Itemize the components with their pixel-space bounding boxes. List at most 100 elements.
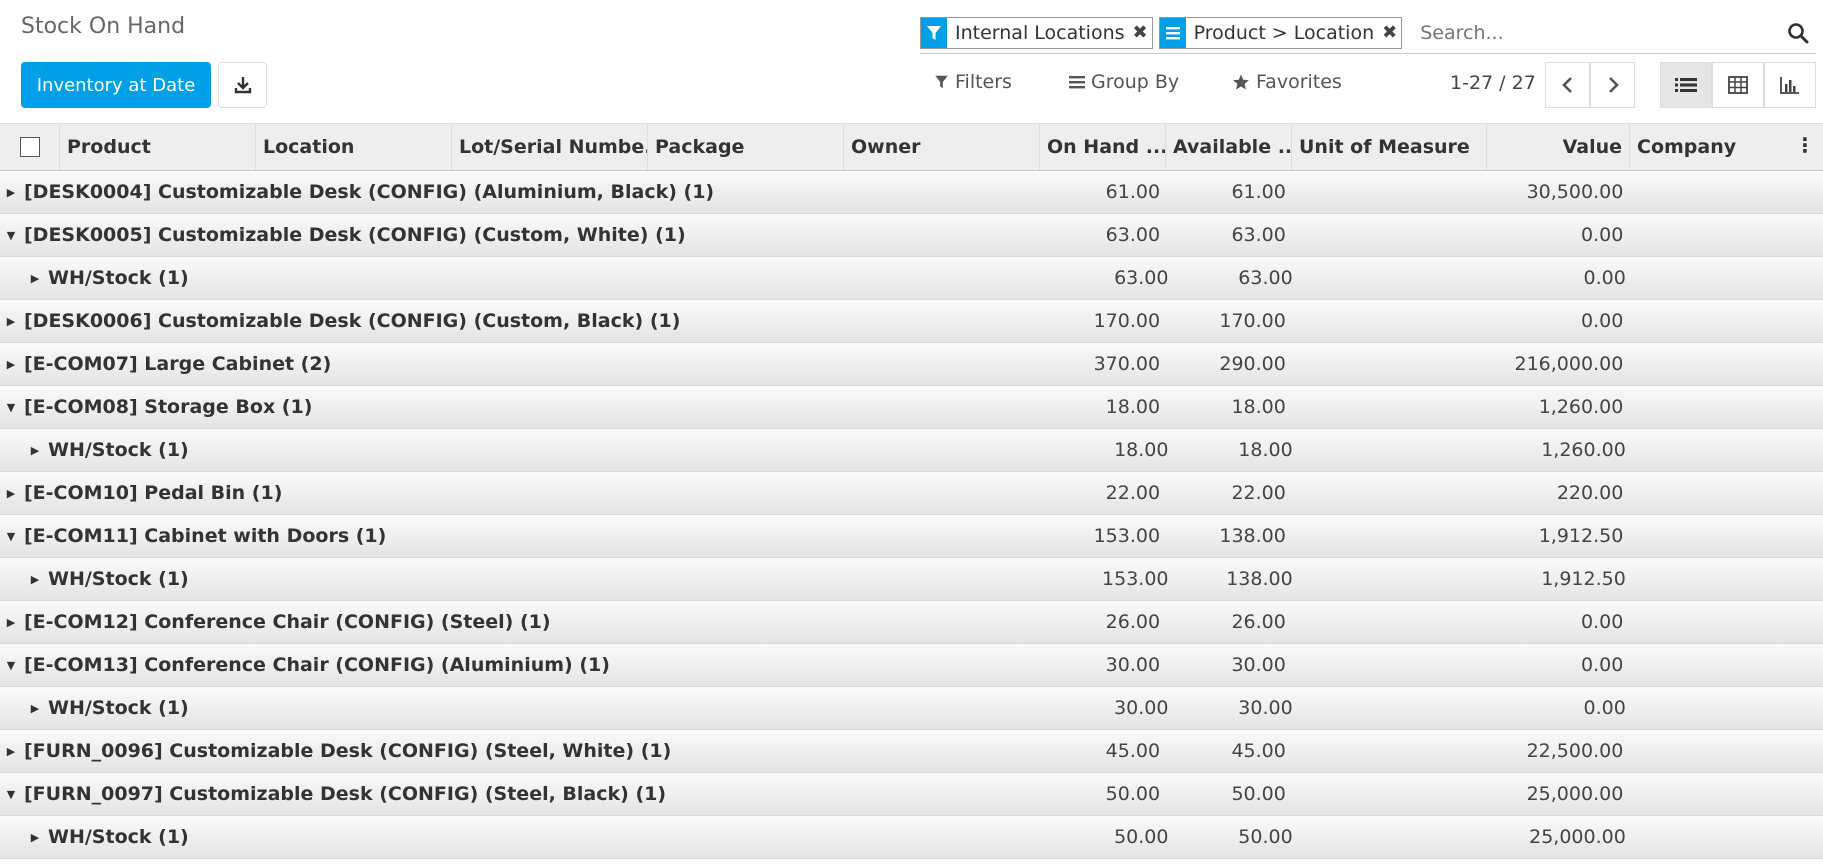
unit-of-measure-cell [1293, 214, 1488, 256]
on-hand-cell: 30.00 [1114, 697, 1169, 719]
column-header-on-hand[interactable]: On Hand ... [1040, 124, 1166, 170]
unit-of-measure-cell [1300, 687, 1492, 729]
group-row-product[interactable]: ▼ [E-COM13] Conference Chair (CONFIG) (Al… [0, 644, 1823, 687]
available-cell: 61.00 [1231, 181, 1286, 203]
group-label: ▶ WH/Stock (1) [0, 429, 1051, 471]
available-cell: 63.00 [1231, 224, 1286, 246]
group-row-product[interactable]: ▶ [E-COM12] Conference Chair (CONFIG) (St… [0, 601, 1823, 644]
favorites-button[interactable]: Favorites [1232, 71, 1342, 93]
company-cell [1630, 472, 1823, 514]
caret-right-icon[interactable]: ▶ [3, 186, 19, 199]
value-cell: 1,912.50 [1538, 525, 1624, 547]
remove-facet-icon[interactable]: ✖ [1129, 18, 1152, 48]
caret-down-icon[interactable]: ▼ [3, 530, 19, 543]
group-row-product[interactable]: ▶ [E-COM10] Pedal Bin (1) 22.00 22.00 220.00 [0, 472, 1823, 515]
pivot-view-button[interactable] [1712, 62, 1764, 108]
group-row-location[interactable]: ▶ WH/Stock (1) 50.00 50.00 25,000.00 [0, 816, 1823, 859]
caret-down-icon[interactable]: ▼ [3, 788, 19, 801]
unit-of-measure-cell [1300, 257, 1492, 299]
caret-right-icon[interactable]: ▶ [27, 831, 43, 844]
caret-right-icon[interactable]: ▶ [3, 616, 19, 629]
list-view-button[interactable] [1660, 62, 1712, 108]
filter-icon [921, 17, 947, 48]
pager-value[interactable]: 1-27 / 27 [1450, 72, 1536, 94]
caret-right-icon[interactable]: ▶ [27, 702, 43, 715]
group-row-location[interactable]: ▶ WH/Stock (1) 18.00 18.00 1,260.00 [0, 429, 1823, 472]
group-row-product[interactable]: ▼ [E-COM11] Cabinet with Doors (1) 153.00 1… [0, 515, 1823, 558]
filter-icon [935, 75, 948, 89]
column-header-owner[interactable]: Owner [844, 124, 1040, 170]
on-hand-cell: 63.00 [1114, 267, 1169, 289]
group-name: WH/Stock (1) [48, 267, 189, 289]
on-hand-cell: 50.00 [1105, 783, 1161, 805]
group-row-product[interactable]: ▶ [E-COM07] Large Cabinet (2) 370.00 290.00… [0, 343, 1823, 386]
group-row-product[interactable]: ▶ [FURN_0096] Customizable Desk (CONFIG) … [0, 730, 1823, 773]
group-row-location[interactable]: ▶ WH/Stock (1) 63.00 63.00 0.00 [0, 257, 1823, 300]
inventory-at-date-button[interactable]: Inventory at Date [21, 62, 211, 108]
unit-of-measure-cell [1293, 515, 1488, 557]
group-row-product[interactable]: ▼ [DESK0005] Customizable Desk (CONFIG) (… [0, 214, 1823, 257]
available-cell: 22.00 [1231, 482, 1286, 504]
group-row-location[interactable]: ▶ WH/Stock (1) 153.00 138.00 1,912.50 [0, 558, 1823, 601]
unit-of-measure-cell [1293, 644, 1488, 686]
group-name: [E-COM12] Conference Chair (CONFIG) (Ste… [24, 611, 551, 633]
group-label: ▶ [E-COM10] Pedal Bin (1) [0, 472, 1041, 514]
column-header-product[interactable]: Product [60, 124, 256, 170]
caret-right-icon[interactable]: ▶ [3, 358, 19, 371]
caret-right-icon[interactable]: ▶ [3, 315, 19, 328]
company-cell [1630, 343, 1823, 385]
group-label: ▼ [E-COM08] Storage Box (1) [0, 386, 1041, 428]
search-icon[interactable] [1786, 21, 1810, 45]
caret-down-icon[interactable]: ▼ [3, 659, 19, 672]
group-row-product[interactable]: ▶ [DESK0006] Customizable Desk (CONFIG) (… [0, 300, 1823, 343]
group-row-product[interactable]: ▼ [FURN_0097] Customizable Desk (CONFIG) … [0, 773, 1823, 816]
value-cell: 0.00 [1580, 224, 1624, 246]
column-header-location[interactable]: Location [256, 124, 452, 170]
available-cell: 63.00 [1238, 267, 1293, 289]
group-label: ▶ WH/Stock (1) [0, 687, 1051, 729]
column-header-lot-serial[interactable]: Lot/Serial Numbe... [452, 124, 648, 170]
favorites-label: Favorites [1256, 71, 1342, 93]
column-header-package[interactable]: Package [648, 124, 844, 170]
column-header-available[interactable]: Available ... [1166, 124, 1292, 170]
group-row-product[interactable]: ▼ [E-COM08] Storage Box (1) 18.00 18.00 1,26… [0, 386, 1823, 429]
group-row-location[interactable]: ▶ WH/Stock (1) 30.00 30.00 0.00 [0, 687, 1823, 730]
value-cell: 22,500.00 [1526, 740, 1624, 762]
value-cell: 0.00 [1580, 654, 1624, 676]
on-hand-cell: 63.00 [1105, 224, 1161, 246]
optional-columns-icon[interactable]: ⋮ [1795, 133, 1815, 157]
group-row-product[interactable]: ▶ [DESK0004] Customizable Desk (CONFIG) (… [0, 171, 1823, 214]
value-cell: 220.00 [1556, 482, 1624, 504]
download-button[interactable] [218, 62, 267, 108]
value-cell: 25,000.00 [1529, 826, 1626, 848]
pager-next-button[interactable] [1590, 62, 1635, 108]
on-hand-cell: 18.00 [1105, 396, 1161, 418]
caret-right-icon[interactable]: ▶ [27, 272, 43, 285]
search-input[interactable] [1408, 16, 1786, 49]
column-header-value[interactable]: Value [1487, 124, 1630, 170]
caret-down-icon[interactable]: ▼ [3, 401, 19, 414]
on-hand-cell: 153.00 [1093, 525, 1161, 547]
caret-right-icon[interactable]: ▶ [3, 745, 19, 758]
graph-view-button[interactable] [1764, 62, 1816, 108]
column-header-company[interactable]: Company ⋮ [1630, 124, 1823, 170]
download-icon [234, 77, 251, 94]
column-header-unit-of-measure[interactable]: Unit of Measure [1292, 124, 1487, 170]
caret-right-icon[interactable]: ▶ [3, 487, 19, 500]
group-label: ▶ WH/Stock (1) [0, 816, 1051, 858]
caret-down-icon[interactable]: ▼ [3, 229, 19, 242]
available-cell: 45.00 [1231, 740, 1286, 762]
caret-right-icon[interactable]: ▶ [27, 444, 43, 457]
chevron-right-icon [1608, 77, 1619, 93]
value-cell: 0.00 [1580, 310, 1624, 332]
pager-previous-button[interactable] [1545, 62, 1590, 108]
remove-facet-icon[interactable]: ✖ [1378, 18, 1401, 48]
caret-right-icon[interactable]: ▶ [27, 573, 43, 586]
column-header-company-label: Company [1637, 136, 1737, 158]
group-by-button[interactable]: Group By [1069, 71, 1179, 93]
select-all-checkbox[interactable] [19, 137, 40, 157]
facet-label: Product > Location [1193, 21, 1375, 44]
filters-button[interactable]: Filters [934, 71, 1012, 93]
available-cell: 290.00 [1219, 353, 1286, 375]
group-name: [E-COM10] Pedal Bin (1) [24, 482, 283, 504]
